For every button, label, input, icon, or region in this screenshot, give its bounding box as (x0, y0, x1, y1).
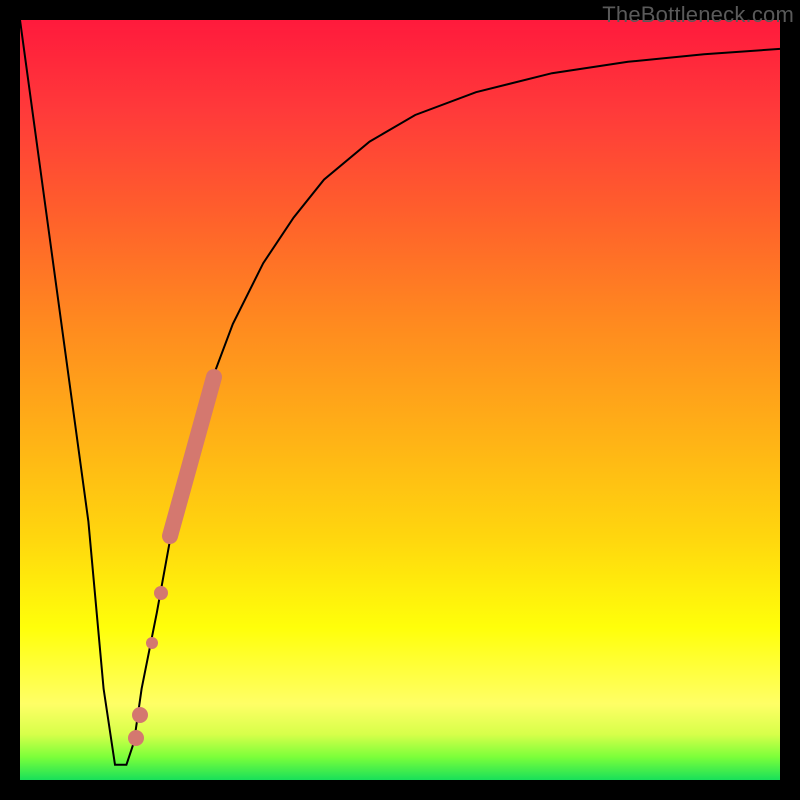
dot-mid-1 (146, 637, 158, 649)
thick-segment (170, 377, 214, 536)
chart-frame: TheBottleneck.com (0, 0, 800, 800)
sweet-spot-dot-1 (128, 730, 144, 746)
marker-layer (20, 20, 780, 780)
plot-area (20, 20, 780, 780)
watermark-text: TheBottleneck.com (602, 2, 794, 28)
dot-mid-2 (154, 586, 168, 600)
sweet-spot-dot-2 (132, 707, 148, 723)
